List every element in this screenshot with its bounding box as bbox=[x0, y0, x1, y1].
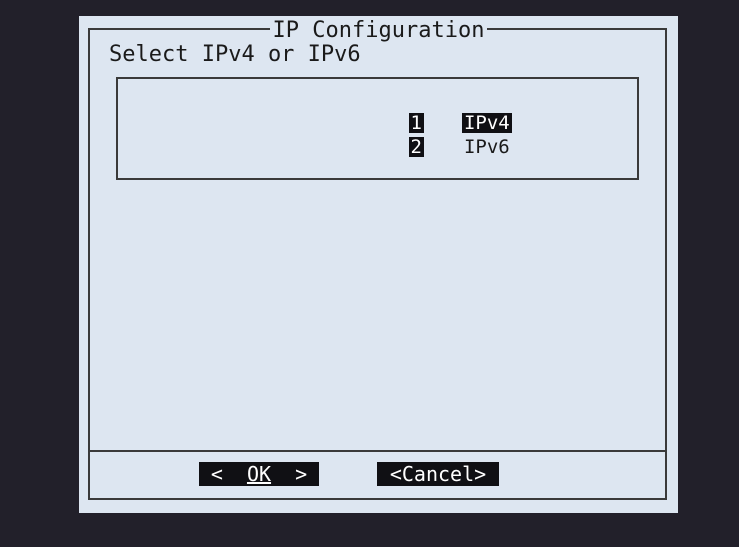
menu-item-label: IPv6 bbox=[463, 136, 510, 158]
menu-item-tag: 2 bbox=[408, 136, 424, 158]
dialog-title-text: IP Configuration bbox=[269, 18, 488, 43]
dialog-title: IP Configuration bbox=[79, 18, 678, 43]
menu-listbox: 1 IPv4 2 IPv6 bbox=[116, 77, 639, 180]
ok-button-label: OK bbox=[246, 462, 272, 486]
button-divider bbox=[88, 450, 667, 452]
terminal-screen: IP Configuration Select IPv4 or IPv6 1 IP… bbox=[0, 0, 739, 547]
ip-configuration-dialog: IP Configuration Select IPv4 or IPv6 1 IP… bbox=[79, 16, 678, 513]
cancel-button[interactable]: <Cancel> bbox=[377, 462, 499, 486]
ok-button-right: > bbox=[271, 462, 308, 486]
dialog-prompt: Select IPv4 or IPv6 bbox=[109, 42, 361, 67]
ok-button[interactable]: < OK > bbox=[199, 462, 319, 486]
menu-item-ipv4[interactable]: 1 IPv4 bbox=[317, 93, 512, 133]
ok-button-left: < bbox=[210, 462, 247, 486]
menu-item-ipv6[interactable]: 2 IPv6 bbox=[317, 117, 512, 157]
